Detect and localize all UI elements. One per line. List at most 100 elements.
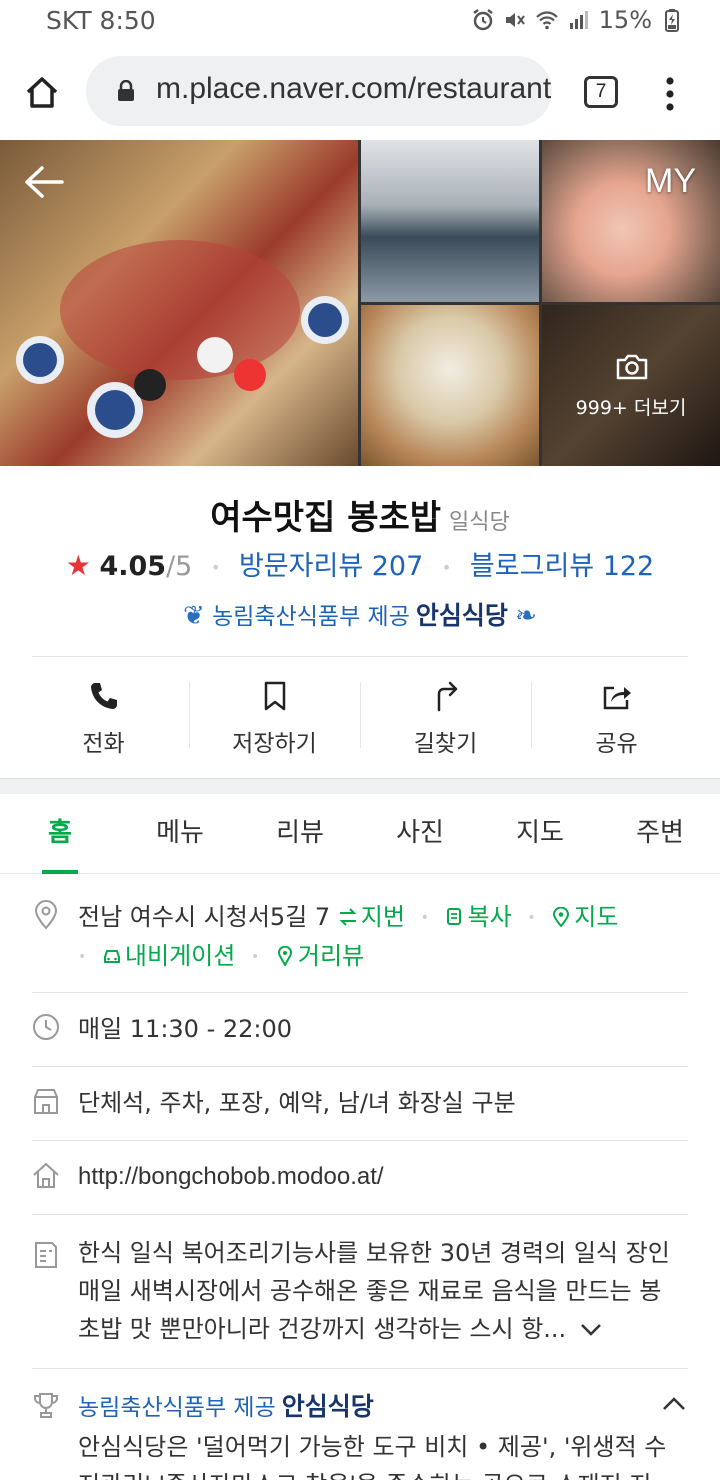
tab-nearby[interactable]: 주변 <box>600 794 720 873</box>
map-pin-icon <box>553 907 570 927</box>
address-row: 전남 여수시 시청서5길 7 지번 • 복사 • 지도 • 내비게이션 • 거리… <box>32 898 688 976</box>
separator-dot: • <box>78 949 87 965</box>
jibun-link[interactable]: 지번 <box>338 903 405 931</box>
signal-icon <box>569 11 588 29</box>
car-icon <box>103 950 120 963</box>
place-category: 일식당 <box>449 510 510 535</box>
photo-gallery: MY 999+ 더보기 <box>0 140 720 466</box>
lock-icon <box>118 80 134 101</box>
rating-max: /5 <box>166 551 193 582</box>
navigation-link[interactable]: 내비게이션 <box>102 942 235 970</box>
copy-icon <box>446 908 461 925</box>
hours-text: 매일 11:30 - 22:00 <box>78 1015 293 1043</box>
directions-button[interactable]: 길찾기 <box>360 664 531 764</box>
separator-dot: • <box>210 558 221 577</box>
status-bar: SKT 8:50 15% <box>0 0 720 42</box>
url-text: m.place.naver.com/restaurant <box>156 72 552 105</box>
tab-photo[interactable]: 사진 <box>360 794 480 873</box>
hours-row[interactable]: 매일 11:30 - 22:00 <box>32 1010 688 1050</box>
phone-icon <box>90 683 117 709</box>
map-label: 지도 <box>574 903 619 931</box>
divider <box>32 1066 688 1067</box>
safe-provider-text: 농림축산식품부 제공 <box>212 604 410 630</box>
divider <box>32 1140 688 1141</box>
address-text: 전남 여수시 시청서5길 7 <box>78 903 331 931</box>
safe-section-brand: 안심식당 <box>281 1392 374 1421</box>
address-text-block: 전남 여수시 시청서5길 7 지번 • 복사 • 지도 • 내비게이션 • 거리… <box>78 898 688 976</box>
laurel-left-icon: ❦ <box>183 601 205 631</box>
more-menu-icon[interactable] <box>660 74 680 114</box>
facilities-row: 단체석, 주차, 포장, 예약, 남/녀 화장실 구분 <box>32 1084 688 1124</box>
safe-text-line: 저관리' '종사자마스크 착용'을 준수하는 곳으로 소재지 지 <box>78 1466 690 1480</box>
description-row[interactable]: 한식 일식 복어조리기능사를 보유한 30년 경력의 일식 장인 매일 새벽시장… <box>32 1234 688 1354</box>
bookmark-icon <box>264 681 285 711</box>
facilities-text: 단체석, 주차, 포장, 예약, 남/녀 화장실 구분 <box>78 1089 516 1117</box>
share-icon <box>603 686 631 710</box>
street-view-link[interactable]: 거리뷰 <box>275 942 364 970</box>
my-button[interactable]: MY <box>645 162 696 201</box>
blog-reviews-link[interactable]: 블로그리뷰 122 <box>470 551 654 582</box>
address-bar[interactable]: m.place.naver.com/restaurant <box>86 56 552 126</box>
store-icon <box>34 1089 58 1114</box>
street-view-icon <box>277 946 292 966</box>
home-icon[interactable] <box>22 72 62 112</box>
rating-row: ★ 4.05/5 • 방문자리뷰 207 • 블로그리뷰 122 <box>0 544 720 583</box>
tab-map[interactable]: 지도 <box>480 794 600 873</box>
map-link[interactable]: 지도 <box>551 903 618 931</box>
divider <box>32 656 688 657</box>
star-icon: ★ <box>65 549 91 582</box>
home-outline-icon <box>33 1162 59 1188</box>
battery-percent: 15% <box>598 6 652 34</box>
carrier-time: SKT 8:50 <box>46 6 156 35</box>
mute-icon <box>505 13 525 27</box>
directions-label: 길찾기 <box>413 731 478 757</box>
call-label: 전화 <box>82 731 125 757</box>
address-line2: • 내비게이션 • 거리뷰 <box>78 937 688 976</box>
copy-link[interactable]: 복사 <box>445 903 512 931</box>
browser-toolbar: m.place.naver.com/restaurant 7 <box>0 42 720 140</box>
battery-charging-icon <box>665 9 679 32</box>
separator-dot: • <box>420 910 429 926</box>
safe-restaurant-section: 농림축산식품부 제공 안심식당 안심식당은 '덜어먹기 가능한 도구 비치 • 제… <box>32 1388 688 1480</box>
description-text: 한식 일식 복어조리기능사를 보유한 30년 경력의 일식 장인 매일 새벽시장… <box>78 1234 690 1348</box>
separator-dot: • <box>250 949 260 965</box>
wifi-icon <box>535 11 558 30</box>
homepage-link[interactable]: http://bongchobob.modoo.at/ <box>78 1158 384 1196</box>
share-button[interactable]: 공유 <box>531 664 702 764</box>
copy-label: 복사 <box>467 903 512 931</box>
description-line-last: 초밥 맛 뿐만아니라 건강까지 생각하는 스시 항... <box>78 1310 690 1348</box>
divider <box>32 1368 688 1369</box>
storefront-photo[interactable] <box>361 140 539 302</box>
chevron-down-icon[interactable] <box>580 1323 602 1337</box>
status-icons: 15% <box>471 6 684 34</box>
tab-bar: 홈 메뉴 리뷰 사진 지도 주변 <box>0 794 720 874</box>
description-line: 매일 새벽시장에서 공수해온 좋은 재료로 음식을 만드는 봉 <box>78 1277 662 1305</box>
save-button[interactable]: 저장하기 <box>189 664 360 764</box>
navigation-label: 내비게이션 <box>124 942 236 970</box>
tab-switcher-button[interactable]: 7 <box>584 76 618 108</box>
safe-text-line: 안심식당은 '덜어먹기 가능한 도구 비치 • 제공', '위생적 수 <box>78 1433 667 1461</box>
tab-menu[interactable]: 메뉴 <box>120 794 240 873</box>
visitor-reviews-link[interactable]: 방문자리뷰 207 <box>239 551 423 582</box>
main-photo[interactable] <box>0 140 358 466</box>
location-pin-icon <box>34 900 58 930</box>
back-arrow-icon[interactable] <box>22 164 64 200</box>
call-button[interactable]: 전화 <box>18 664 189 764</box>
more-photos-button[interactable]: 999+ 더보기 <box>542 305 720 466</box>
document-icon <box>35 1242 57 1268</box>
safe-brand-text: 안심식당 <box>415 601 508 630</box>
chevron-up-icon[interactable] <box>660 1390 688 1418</box>
tab-review[interactable]: 리뷰 <box>240 794 360 873</box>
separator-dot: • <box>441 558 452 577</box>
description-line: 한식 일식 복어조리기능사를 보유한 30년 경력의 일식 장인 <box>78 1239 670 1267</box>
safe-restaurant-badge[interactable]: ❦ 농림축산식품부 제공 안심식당 ❧ <box>0 596 720 632</box>
more-photos-label: 999+ 더보기 <box>575 397 687 419</box>
laurel-right-icon: ❧ <box>515 601 537 631</box>
separator-dot: • <box>527 910 536 926</box>
safe-section-text: 안심식당은 '덜어먹기 가능한 도구 비치 • 제공', '위생적 수 저관리'… <box>78 1428 690 1480</box>
dish-photo[interactable] <box>361 305 539 466</box>
description-line: 초밥 맛 뿐만아니라 건강까지 생각하는 스시 항... <box>78 1315 567 1343</box>
clock-icon <box>33 1014 59 1040</box>
address-line1: 전남 여수시 시청서5길 7 지번 • 복사 • 지도 <box>78 898 688 937</box>
tab-home[interactable]: 홈 <box>0 794 120 874</box>
